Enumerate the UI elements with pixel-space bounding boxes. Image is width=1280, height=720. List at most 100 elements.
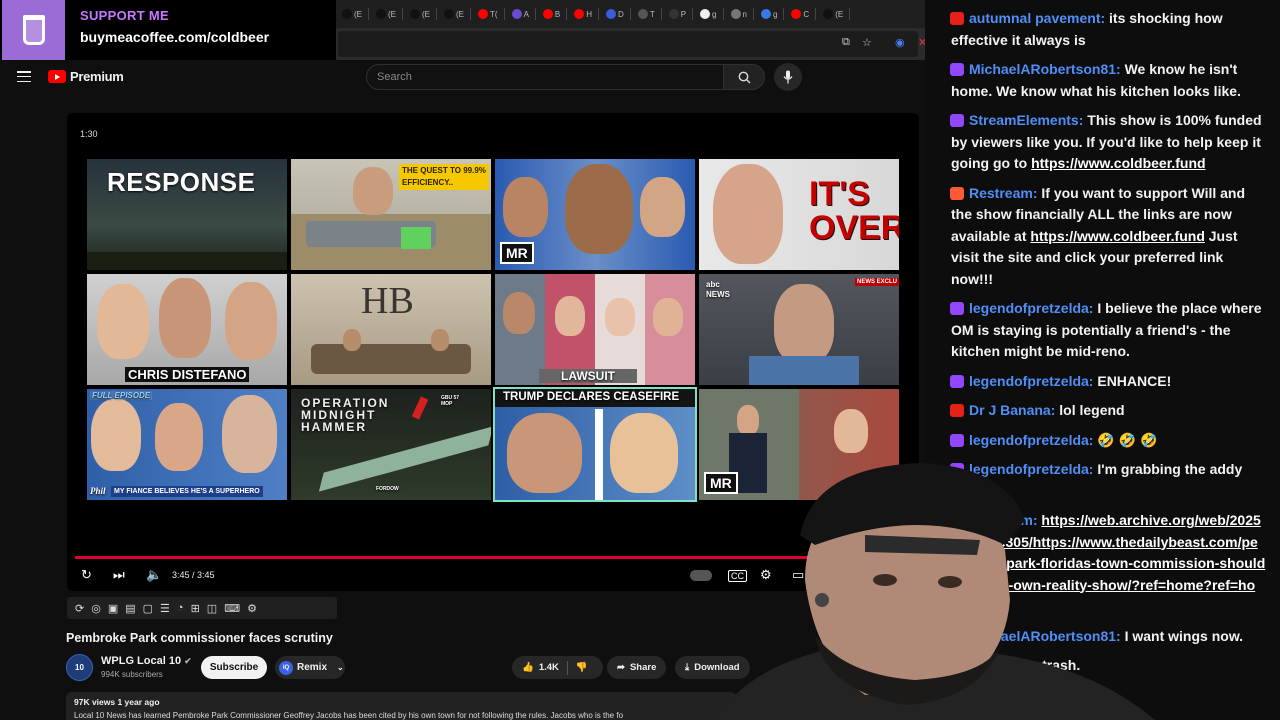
browser-tab[interactable]: T(: [478, 8, 505, 20]
like-icon[interactable]: 👍: [522, 662, 534, 673]
chat-username[interactable]: Restream:: [969, 512, 1037, 528]
browser-tab-strip: (E (E (E (E T(A B H D T Pg n g C (E: [336, 0, 925, 28]
thumb-logo: Phil: [90, 486, 106, 496]
share-button[interactable]: ➦ Share: [607, 656, 667, 679]
endscreen-video-9[interactable]: FULL EPISODE Phil MY FIANCE BELIEVES HE'…: [87, 389, 287, 500]
add-icon[interactable]: ⊞: [191, 602, 200, 615]
browser-tab[interactable]: (E: [444, 8, 471, 20]
twitch-icon: [950, 629, 964, 643]
chat-username[interactable]: MichaelARobertson81:: [969, 61, 1121, 77]
cast-icon[interactable]: ⧉: [842, 36, 850, 49]
chat-username[interactable]: legendofpretzelda:: [969, 300, 1093, 316]
captions-icon[interactable]: CC: [728, 570, 747, 582]
chat-username[interactable]: legendofpretzelda:: [969, 432, 1093, 448]
video-player[interactable]: 1:30 RESPONSE THE QUEST TO 99.9% EFFICIE…: [67, 113, 919, 591]
player-controls: ↻ ⏭ 🔈 3:45 / 3:45 CC ⚙ ▭: [67, 563, 919, 589]
browser-tab[interactable]: C: [791, 8, 817, 20]
browser-tab[interactable]: T: [637, 8, 662, 20]
search-button[interactable]: [723, 64, 765, 90]
endscreen-video-6[interactable]: HB: [291, 274, 491, 385]
chat-username[interactable]: legendofpretzelda:: [969, 461, 1093, 477]
playlist-icon[interactable]: ☰: [160, 602, 170, 615]
chat-username[interactable]: autumnal pavement:: [969, 10, 1105, 26]
chat-username[interactable]: Dr J Banana:: [969, 402, 1055, 418]
browser-tab[interactable]: D: [606, 8, 631, 20]
tiktok-icon: [342, 9, 352, 19]
loop-icon[interactable]: ⟳: [75, 602, 84, 615]
voice-search-button[interactable]: [774, 63, 802, 91]
bookmark-star-icon[interactable]: ☆: [862, 36, 872, 49]
time-display: 3:45 / 3:45: [172, 570, 215, 580]
speed-icon[interactable]: ◔: [177, 602, 184, 614]
video-filter-icon[interactable]: ▣: [108, 602, 118, 615]
chat-message: Dr J Banana: lol legend: [950, 400, 1266, 422]
endscreen-video-7[interactable]: LAWSUIT: [495, 274, 695, 385]
chat-username[interactable]: StreamElements:: [969, 112, 1083, 128]
chat-username[interactable]: MichaelARobertson81:: [969, 628, 1121, 644]
url-field[interactable]: [338, 31, 918, 57]
next-icon[interactable]: ⏭: [113, 567, 125, 583]
extension-settings-icon[interactable]: ⚙: [247, 602, 257, 615]
download-button[interactable]: ⤓ Download: [675, 656, 750, 679]
autoplay-countdown: 1:30: [80, 129, 98, 139]
browser-tab[interactable]: g: [700, 8, 724, 20]
miniplayer-icon[interactable]: ▭: [792, 567, 804, 583]
browser-tab[interactable]: H: [574, 8, 600, 20]
globe-icon: [730, 9, 741, 19]
chat-username[interactable]: Restream:: [969, 185, 1037, 201]
browser-tab[interactable]: A: [511, 8, 536, 20]
youtube-logo[interactable]: Premium: [48, 69, 124, 84]
chat-link[interactable]: https://www.coldbeer.fund: [1031, 155, 1205, 171]
thumb-title: HB: [361, 280, 414, 322]
thumb-title: IT'S OVER: [809, 175, 899, 247]
remix-button[interactable]: iQ Remix ⌄: [275, 656, 345, 679]
browser-tab[interactable]: (E: [376, 8, 403, 20]
browser-tab[interactable]: g: [760, 8, 785, 20]
endscreen-video-8[interactable]: abc NEWS NEWS EXCLU: [699, 274, 899, 385]
dislike-icon[interactable]: 👎: [576, 662, 588, 673]
endscreen-video-11[interactable]: TRUMP DECLARES CEASEFIRE: [493, 387, 697, 502]
endscreen-video-4[interactable]: IT'S OVER: [699, 159, 899, 270]
film-icon[interactable]: ▤: [125, 602, 135, 615]
browser-address-bar: ⧉ ☆ ◉ ✕: [336, 28, 927, 60]
search-input[interactable]: Search: [366, 64, 724, 90]
endscreen-video-3[interactable]: MR: [495, 159, 695, 270]
chat-username[interactable]: legendofpretzelda:: [969, 373, 1093, 389]
browser-tab[interactable]: (E: [823, 8, 851, 20]
chat-link[interactable]: https://www.coldbeer.fund: [1030, 228, 1204, 244]
browser-tab[interactable]: n: [730, 8, 754, 20]
extension-icon[interactable]: ◉: [895, 36, 905, 49]
endscreen-video-5[interactable]: CHRIS DISTEFANO: [87, 274, 287, 385]
volume-icon[interactable]: 🔈: [146, 567, 162, 583]
endscreen-video-12[interactable]: MR: [699, 389, 899, 500]
channel-avatar[interactable]: 10: [66, 654, 93, 681]
endscreen-video-10[interactable]: OPERATION MIDNIGHT HAMMER GBU 57 MOP FOR…: [291, 389, 491, 500]
browser-tab[interactable]: (E: [410, 8, 437, 20]
tab-label: D: [618, 9, 624, 19]
browser-tab[interactable]: B: [542, 8, 568, 20]
browser-tab[interactable]: P: [668, 8, 694, 20]
channel-name[interactable]: WPLG Local 10 ✔: [101, 655, 192, 667]
replay-icon[interactable]: ↻: [81, 567, 92, 583]
thumb-badge: MR: [500, 242, 534, 264]
thumb-logo: abc NEWS: [706, 280, 730, 299]
endscreen-video-1[interactable]: RESPONSE: [87, 159, 287, 270]
youtube-icon: [542, 9, 553, 19]
settings-gear-icon[interactable]: ⚙: [760, 567, 772, 583]
tab-label: B: [554, 9, 561, 19]
radio-icon[interactable]: ◎: [91, 602, 101, 615]
browser-tab[interactable]: (E: [342, 8, 369, 20]
progress-bar[interactable]: [75, 556, 911, 559]
endscreen-video-2[interactable]: THE QUEST TO 99.9% EFFICIENCY..: [291, 159, 491, 270]
chat-message: MichaelARobertson81: I want wings now.: [950, 626, 1266, 648]
menu-icon[interactable]: [17, 71, 31, 82]
subscribe-button[interactable]: Subscribe: [201, 656, 267, 679]
autoplay-toggle[interactable]: [690, 570, 712, 581]
screen-icon[interactable]: ▢: [143, 602, 153, 615]
thumb-tag: FULL EPISODE: [90, 391, 153, 400]
description-box[interactable]: 97K views 1 year ago Local 10 News has l…: [66, 692, 736, 720]
thumb-caption: MY FIANCE BELIEVES HE'S A SUPERHERO: [111, 486, 263, 497]
like-count[interactable]: 1.4K: [539, 662, 559, 673]
screenshot-icon[interactable]: ◫: [207, 602, 217, 615]
keyboard-icon[interactable]: ⌨: [224, 602, 240, 615]
